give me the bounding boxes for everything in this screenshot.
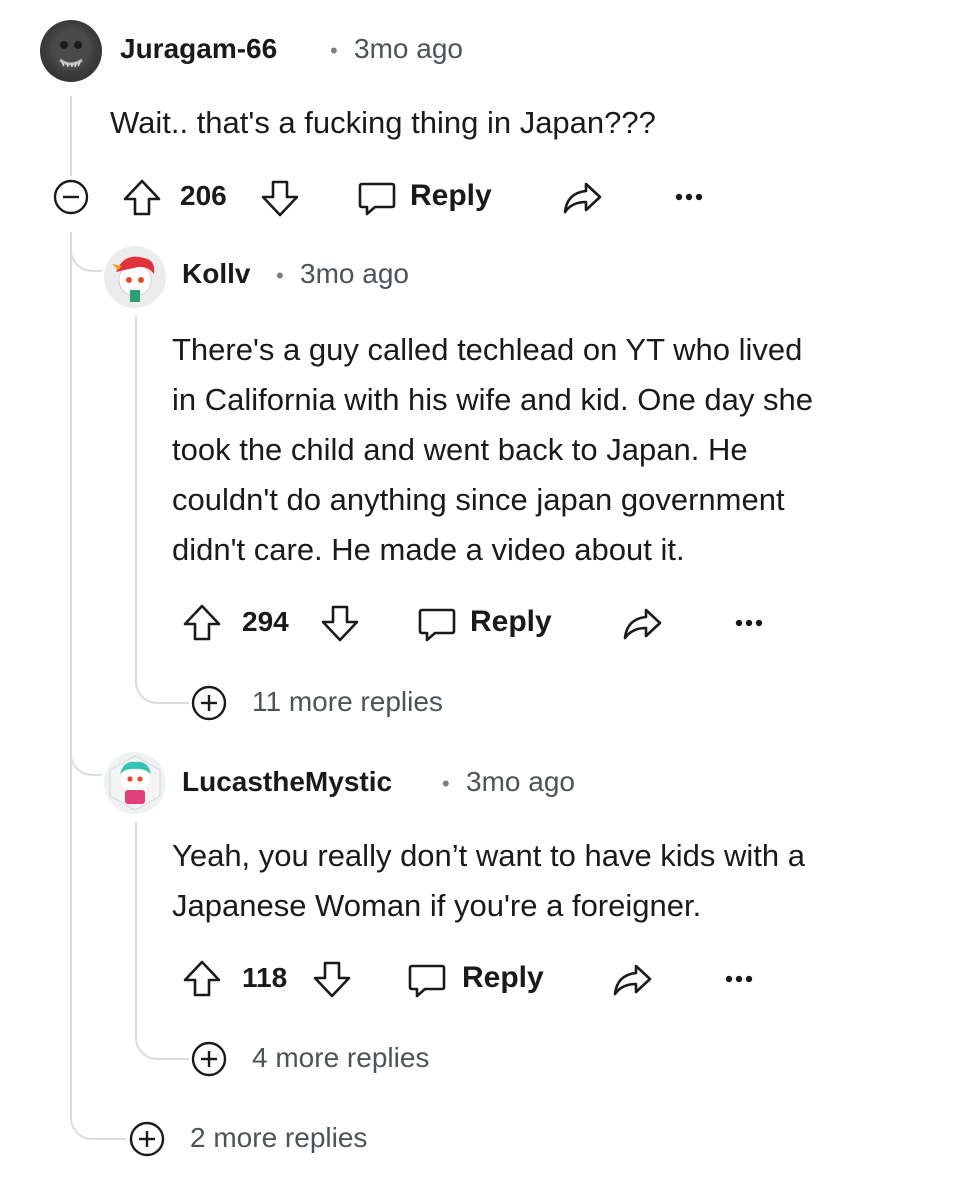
- timestamp: 3mo ago: [354, 33, 463, 64]
- more-replies-link[interactable]: 4 more replies: [252, 1042, 429, 1074]
- upvote-icon[interactable]: [180, 601, 224, 645]
- comment-line: Japanese Woman if you're a foreigner.: [172, 888, 702, 923]
- comment-body: Yeah, you really don’t want to have kids…: [172, 831, 952, 931]
- overflow-menu-icon[interactable]: [672, 190, 706, 204]
- avatar[interactable]: [104, 246, 166, 308]
- timestamp: 3mo ago: [466, 766, 575, 797]
- username[interactable]: Kollv: [182, 258, 250, 290]
- thread-connector-more-kollv: [135, 656, 189, 704]
- comment-line: in California with his wife and kid. One…: [172, 382, 813, 417]
- thread-connector-lucas: [70, 744, 102, 776]
- avatar-art: [53, 30, 89, 70]
- expand-replies-icon[interactable]: [128, 1120, 166, 1158]
- score: 206: [180, 180, 227, 211]
- reply-icon[interactable]: [356, 178, 398, 220]
- username[interactable]: LucastheMystic: [182, 766, 392, 798]
- avatar-art: [109, 755, 161, 811]
- expand-replies-icon[interactable]: [190, 684, 228, 722]
- reply-button[interactable]: Reply: [410, 179, 492, 213]
- overflow-menu-icon[interactable]: [732, 616, 766, 630]
- thread-line-lucas: [135, 822, 137, 1010]
- share-icon[interactable]: [620, 604, 664, 644]
- expand-replies-icon[interactable]: [190, 1040, 228, 1078]
- downvote-icon[interactable]: [310, 957, 354, 1001]
- more-replies-link[interactable]: 2 more replies: [190, 1122, 367, 1154]
- separator-dot: •: [330, 38, 338, 63]
- avatar[interactable]: [40, 20, 102, 82]
- thread-line-kollv: [135, 316, 137, 656]
- comment-line: took the child and went back to Japan. H…: [172, 432, 748, 467]
- timestamp: 3mo ago: [300, 258, 409, 289]
- share-icon[interactable]: [610, 960, 654, 1000]
- share-icon[interactable]: [560, 178, 604, 218]
- overflow-menu-icon[interactable]: [722, 972, 756, 986]
- thread-connector-more-lucas: [135, 1010, 189, 1060]
- upvote-icon[interactable]: [180, 957, 224, 1001]
- username[interactable]: Juragam-66: [120, 33, 277, 65]
- downvote-icon[interactable]: [258, 176, 302, 220]
- comment-line: didn't care. He made a video about it.: [172, 532, 685, 567]
- upvote-icon[interactable]: [120, 176, 164, 220]
- comment-body: Wait.. that's a fucking thing in Japan??…: [110, 105, 656, 140]
- reply-icon[interactable]: [416, 604, 458, 646]
- comment-line: couldn't do anything since japan governm…: [172, 482, 785, 517]
- thread-connector-kollv: [70, 240, 102, 272]
- reply-icon[interactable]: [406, 960, 448, 1002]
- reply-button[interactable]: Reply: [470, 605, 552, 639]
- comment-line: Yeah, you really don’t want to have kids…: [172, 838, 806, 873]
- thread-line-juragam: [70, 96, 72, 176]
- thread-connector-more-root: [70, 1112, 126, 1140]
- downvote-icon[interactable]: [318, 601, 362, 645]
- separator-dot: •: [276, 263, 284, 288]
- thread-line-root: [70, 232, 72, 1112]
- more-replies-link[interactable]: 11 more replies: [252, 686, 443, 718]
- score: 118: [242, 962, 288, 993]
- reply-button[interactable]: Reply: [462, 961, 544, 995]
- score: 294: [242, 606, 289, 637]
- separator-dot: •: [442, 771, 450, 796]
- collapse-icon[interactable]: [52, 178, 90, 216]
- avatar-art: [112, 256, 155, 302]
- avatar[interactable]: [104, 752, 166, 814]
- comment-line: There's a guy called techlead on YT who …: [172, 332, 803, 367]
- comment-body: There's a guy called techlead on YT who …: [172, 325, 952, 575]
